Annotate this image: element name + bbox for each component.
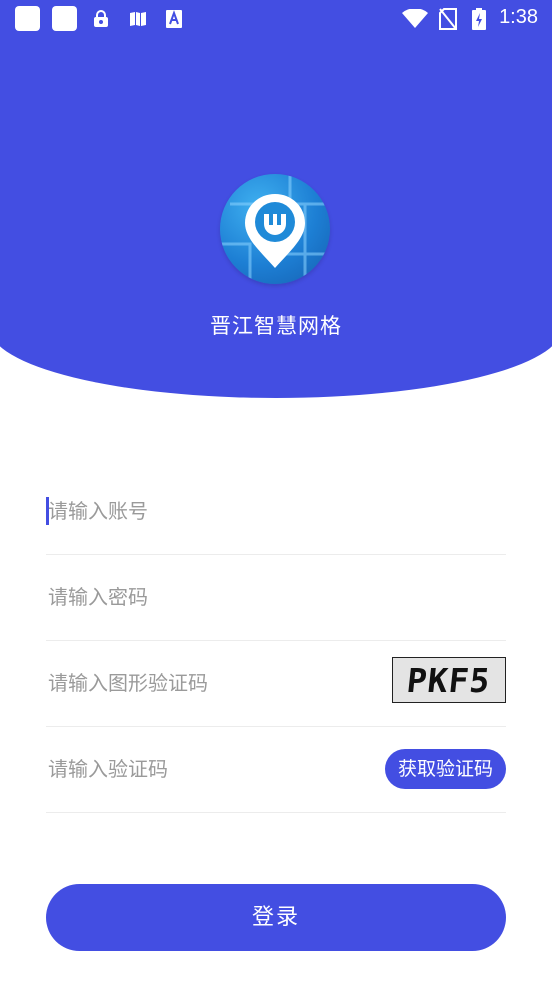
image-captcha-input[interactable] [46,640,378,726]
sms-code-input[interactable] [46,726,378,812]
book-icon [129,9,147,29]
map-pin-shield-logo [220,174,330,284]
app-notification-icon [15,6,40,31]
status-time: 1:38 [499,6,538,28]
app-name: 晋江智慧网格 [210,314,342,338]
app-notification-icon [52,6,77,31]
lock-bag-icon [92,9,110,29]
login-button[interactable]: 登录 [46,884,506,951]
font-a-icon [165,9,183,29]
text-cursor [46,497,49,525]
account-input[interactable] [46,468,378,554]
captcha-image[interactable]: PKF5 [392,657,506,703]
captcha-text: PKF5 [405,660,493,700]
get-code-button[interactable]: 获取验证码 [384,749,506,789]
no-sim-icon [438,8,458,30]
battery-charging-icon [469,8,489,30]
wifi-icon [401,9,429,29]
account-field [46,468,506,555]
password-input[interactable] [46,554,378,640]
status-bar: 1:38 [0,0,552,40]
sms-code-field: 获取验证码 [46,726,506,813]
image-captcha-field: PKF5 [46,640,506,727]
app-logo [220,174,330,284]
password-field [46,554,506,641]
